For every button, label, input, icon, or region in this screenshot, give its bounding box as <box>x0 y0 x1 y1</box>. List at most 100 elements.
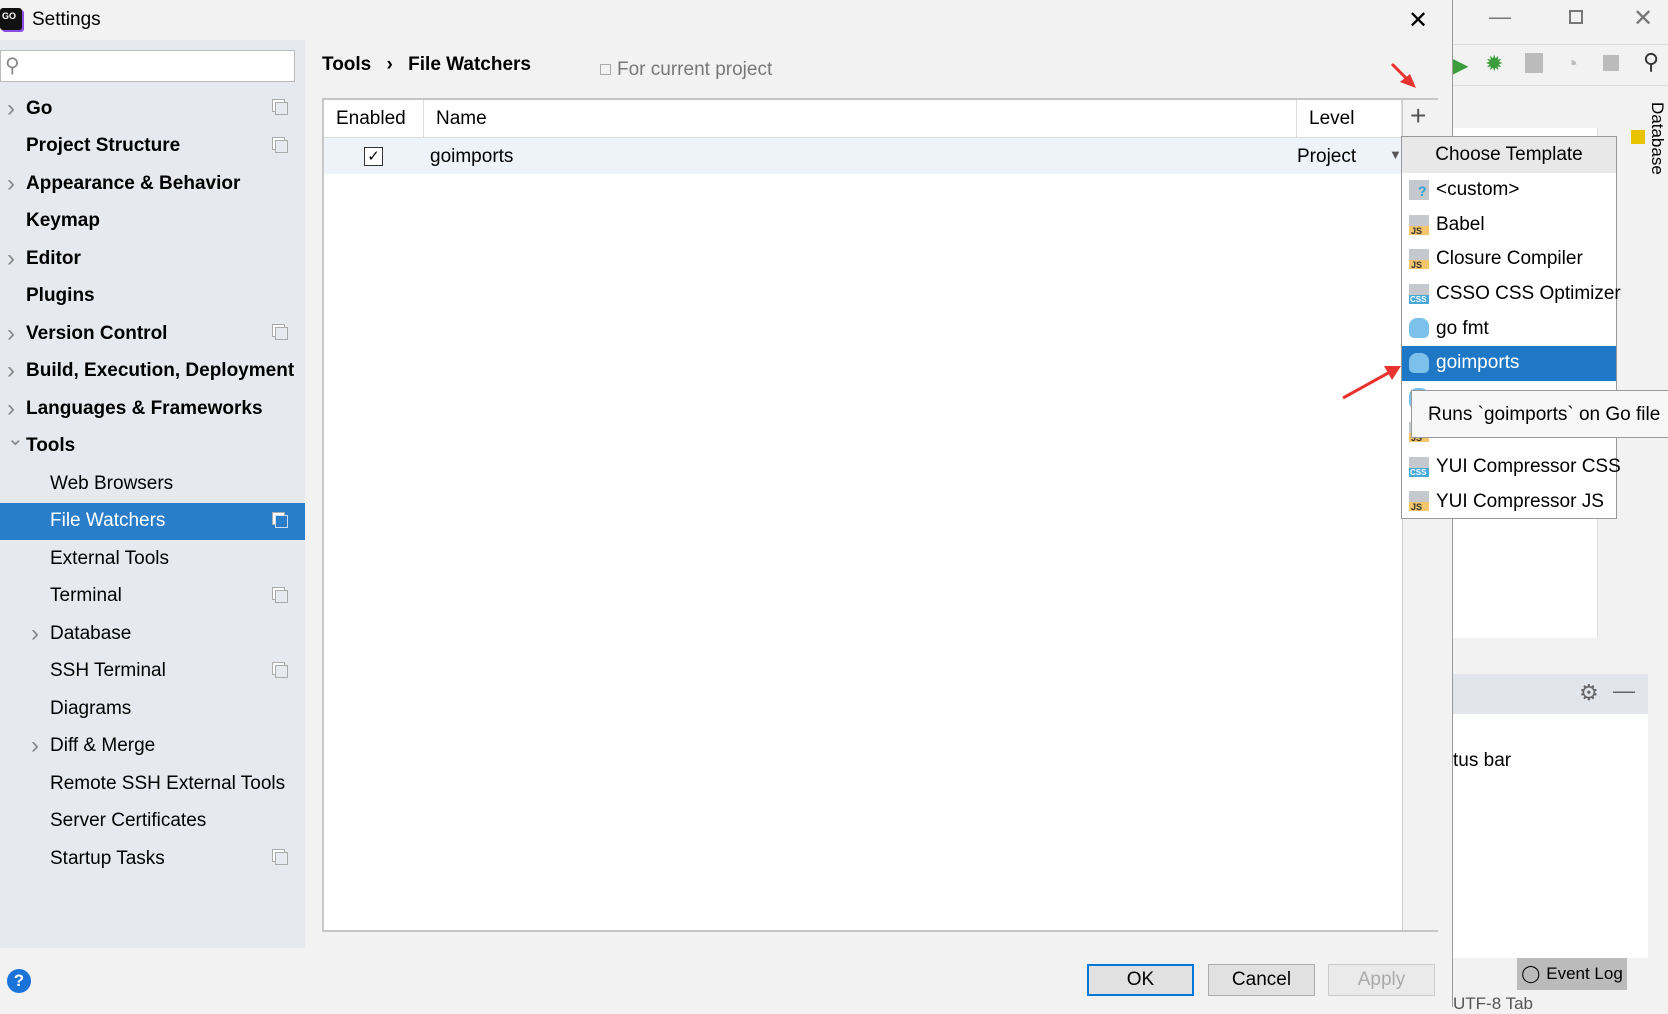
close-icon[interactable]: ✕ <box>1408 6 1428 35</box>
dropdown-arrow-icon[interactable]: ▼ <box>1389 147 1402 162</box>
database-side-tab[interactable]: Database <box>1647 100 1667 177</box>
sidebar-item-label: Keymap <box>26 210 100 231</box>
coverage-icon[interactable] <box>1525 53 1543 73</box>
template-item[interactable]: JS Closure Compiler <box>1402 242 1616 277</box>
sidebar-item-label: Languages & Frameworks <box>26 397 263 419</box>
event-log-button[interactable]: ◯ Event Log <box>1517 958 1627 990</box>
project-scope-icon <box>275 664 288 678</box>
level-select[interactable]: Project <box>1297 146 1356 168</box>
enabled-checkbox[interactable]: ✓ <box>364 147 383 166</box>
chevron-right-icon[interactable]: › <box>31 732 39 760</box>
column-name[interactable]: Name <box>424 100 1297 138</box>
tooltip: Runs `goimports` on Go file <box>1411 390 1668 438</box>
chevron-right-icon[interactable]: › <box>7 245 15 273</box>
sidebar-item-languages-frameworks[interactable]: › Languages & Frameworks <box>0 390 305 427</box>
sidebar-item-label: Project Structure <box>26 135 181 156</box>
breadcrumb-parent[interactable]: Tools <box>322 54 371 75</box>
close-ide-button[interactable]: ✕ <box>1633 4 1653 33</box>
template-label: <custom> <box>1436 179 1520 201</box>
js-file-icon: JS <box>1409 249 1429 270</box>
minimize-button[interactable]: — <box>1489 4 1511 30</box>
sidebar-item-label: Diagrams <box>50 697 132 719</box>
column-enabled[interactable]: Enabled <box>324 100 424 138</box>
sidebar-item-tools[interactable]: ⌄ Tools <box>0 428 305 465</box>
sidebar-item-version-control[interactable]: › Version Control <box>0 315 305 352</box>
gear-icon[interactable]: ⚙ <box>1579 680 1599 706</box>
run-icon[interactable]: ▶ <box>1453 53 1468 78</box>
go-file-icon <box>1409 318 1429 339</box>
chevron-right-icon[interactable]: › <box>7 395 15 423</box>
js-file-icon: JS <box>1409 214 1429 236</box>
template-item[interactable]: goimports <box>1402 346 1616 381</box>
sidebar-item-editor[interactable]: › Editor <box>0 240 305 277</box>
sidebar-item-label: Server Certificates <box>50 810 207 831</box>
ok-button[interactable]: OK <box>1087 964 1194 996</box>
sidebar-item-label: Plugins <box>26 285 95 306</box>
template-item[interactable]: CSS CSSO CSS Optimizer <box>1402 277 1621 312</box>
chevron-right-icon[interactable]: › <box>31 620 39 648</box>
hide-icon[interactable]: — <box>1613 678 1635 704</box>
profile-icon[interactable]: ◔ <box>1565 51 1578 77</box>
project-scope-icon <box>275 139 288 153</box>
add-button[interactable]: + <box>1410 100 1426 132</box>
apply-button[interactable]: Apply <box>1328 964 1435 996</box>
template-label: YUI Compressor CSS <box>1436 456 1621 478</box>
search-input[interactable]: ⚲ <box>0 50 295 82</box>
sidebar-item-label: Version Control <box>26 322 168 344</box>
template-item[interactable]: ? <custom> <box>1402 173 1616 208</box>
column-level[interactable]: Level <box>1297 100 1402 138</box>
project-scope-icon <box>275 514 288 528</box>
chevron-right-icon[interactable]: › <box>7 357 15 385</box>
search-everywhere-icon[interactable]: ⚲ <box>1643 49 1659 75</box>
template-item[interactable]: CSS YUI Compressor CSS <box>1402 450 1621 485</box>
chevron-right-icon[interactable]: › <box>7 95 15 123</box>
titlebar: GO Settings ✕ <box>0 0 1453 40</box>
sidebar-item-label: Appearance & Behavior <box>26 172 241 194</box>
sidebar-item-build-execution-deployment[interactable]: › Build, Execution, Deployment <box>0 353 305 390</box>
sidebar-item-go[interactable]: › Go <box>0 90 305 127</box>
template-item[interactable]: JS Babel <box>1402 208 1616 243</box>
ide-titlebar: — ✕ <box>1453 0 1668 40</box>
project-scope-icon <box>275 852 288 865</box>
sidebar-item-appearance-behavior[interactable]: › Appearance & Behavior <box>0 165 305 202</box>
stop-icon[interactable] <box>1603 55 1619 71</box>
help-icon[interactable]: ? <box>7 969 31 993</box>
sidebar-item-file-watchers[interactable]: File Watchers <box>0 502 305 540</box>
cancel-button[interactable]: Cancel <box>1208 964 1315 996</box>
chevron-down-icon[interactable]: ⌄ <box>7 426 24 451</box>
status-bar: UTF-8 Tab <box>1453 994 1533 1013</box>
chevron-right-icon[interactable]: › <box>7 170 15 198</box>
js-file-icon: JS <box>1409 491 1429 512</box>
sidebar-item-startup-tasks[interactable]: Startup Tasks <box>0 840 305 877</box>
sidebar-item-remote-ssh-external-tools[interactable]: Remote SSH External Tools <box>0 765 305 802</box>
template-label: go fmt <box>1436 317 1489 339</box>
template-item[interactable]: go fmt <box>1402 311 1616 346</box>
sidebar-item-server-certificates[interactable]: Server Certificates <box>0 803 305 840</box>
copy-icon <box>600 64 611 75</box>
choose-template-popup: Choose Template ? <custom> JS Babel JS Closur… <box>1401 136 1621 519</box>
sidebar-item-terminal[interactable]: Terminal <box>0 578 305 615</box>
debug-icon[interactable]: ✹ <box>1485 51 1503 77</box>
restore-button[interactable] <box>1569 10 1583 24</box>
sidebar-item-label: Build, Execution, Deployment <box>26 360 295 381</box>
sidebar-item-label: Tools <box>26 435 76 456</box>
sidebar-item-web-browsers[interactable]: Web Browsers <box>0 465 305 502</box>
chevron-right-icon[interactable]: › <box>7 320 15 348</box>
sidebar-item-diagrams[interactable]: Diagrams <box>0 690 305 727</box>
tool-window-content: tus bar <box>1453 714 1648 958</box>
template-label: Closure Compiler <box>1436 248 1583 270</box>
sidebar-item-plugins[interactable]: Plugins <box>0 278 305 315</box>
sidebar-item-ssh-terminal[interactable]: SSH Terminal <box>0 653 305 690</box>
sidebar-item-external-tools[interactable]: External Tools <box>0 540 305 577</box>
popup-title: Choose Template <box>1402 137 1616 173</box>
sidebar-item-project-structure[interactable]: Project Structure <box>0 128 305 165</box>
css-file-icon: CSS <box>1409 456 1429 477</box>
sidebar-item-diff-merge[interactable]: › Diff & Merge <box>0 728 305 765</box>
template-label: goimports <box>1436 352 1520 374</box>
sidebar-item-database[interactable]: › Database <box>0 615 305 652</box>
table-row[interactable]: ✓ goimports Project ▼ <box>324 138 1402 174</box>
sidebar-item-keymap[interactable]: Keymap <box>0 203 305 240</box>
template-item[interactable]: JS YUI Compressor JS <box>1402 484 1616 519</box>
template-label: CSSO CSS Optimizer <box>1436 283 1621 305</box>
inspection-indicator <box>1631 130 1645 144</box>
